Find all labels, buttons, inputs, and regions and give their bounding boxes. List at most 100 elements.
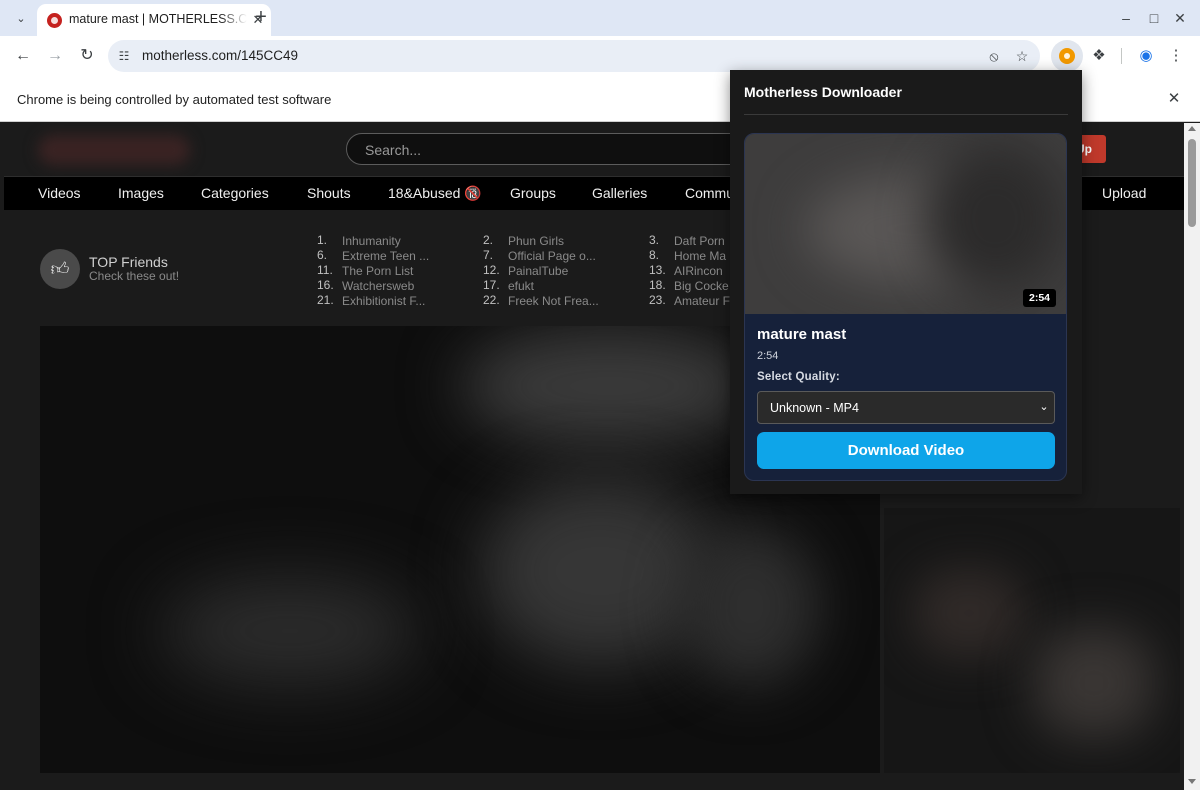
eye-off-icon[interactable]: ⦸ <box>985 47 1003 65</box>
friend-rank: 2. <box>483 233 494 247</box>
friend-rank: 12. <box>483 263 500 277</box>
popup-divider <box>744 114 1068 115</box>
friend-rank: 23. <box>649 293 666 307</box>
quality-select[interactable]: Unknown - MP4 ⌄ <box>757 391 1055 424</box>
close-icon[interactable]: ✕ <box>1164 89 1184 109</box>
blurred-thumbnail <box>1034 628 1154 738</box>
friend-name[interactable]: Exhibitionist F... <box>342 294 434 308</box>
friend-rank: 21. <box>317 293 334 307</box>
friend-name[interactable]: Inhumanity <box>342 234 434 248</box>
infobar-text: Chrome is being controlled by automated … <box>17 92 332 107</box>
blurred-video-frame <box>680 526 820 686</box>
site-search-input[interactable]: Search... <box>346 133 746 165</box>
friend-rank: 3. <box>649 233 660 247</box>
friend-rank: 6. <box>317 248 328 262</box>
search-placeholder: Search... <box>365 142 422 158</box>
nav-images[interactable]: Images <box>118 185 164 201</box>
new-tab-button[interactable]: + <box>250 6 272 28</box>
friend-item[interactable]: 21. Exhibitionist F... <box>317 293 457 308</box>
site-favicon-icon <box>47 13 62 28</box>
friends-column-1: 1. Inhumanity 6. Extreme Teen ... 11. The P… <box>317 233 457 308</box>
friend-rank: 22. <box>483 293 500 307</box>
friend-name[interactable]: Watchersweb <box>342 279 434 293</box>
arrow-right-icon[interactable]: → <box>43 44 67 68</box>
downloader-popup: Motherless Downloader 2:54 mature mast 2… <box>730 70 1082 494</box>
friends-column-2: 2. Phun Girls 7. Official Page o... 12. Pai… <box>483 233 623 308</box>
star-icon[interactable]: ☆ <box>1013 47 1031 65</box>
page-scrollbar[interactable] <box>1184 123 1200 790</box>
friend-rank: 17. <box>483 278 500 292</box>
blurred-video-frame <box>460 326 760 446</box>
friend-rank: 11. <box>317 263 333 277</box>
friend-name[interactable]: The Porn List <box>342 264 434 278</box>
quality-selected-value: Unknown - MP4 <box>770 401 859 415</box>
quality-label: Select Quality: <box>757 371 840 383</box>
reload-icon[interactable]: ↻ <box>75 44 99 68</box>
scroll-down-icon[interactable] <box>1188 779 1196 784</box>
nav-18-abused[interactable]: 18&Abused 🔞 <box>388 185 482 202</box>
toolbar-divider <box>1121 48 1122 64</box>
nav-galleries[interactable]: Galleries <box>592 185 647 201</box>
friend-name[interactable]: Phun Girls <box>508 234 600 248</box>
downloader-extension-button[interactable] <box>1051 40 1083 72</box>
blurred-video-frame <box>160 576 420 686</box>
chevron-down-icon: ⌄ <box>1039 401 1049 413</box>
related-thumbnails[interactable] <box>884 508 1180 773</box>
profile-icon[interactable]: ◉ <box>1134 44 1158 68</box>
friend-rank: 1. <box>317 233 328 247</box>
minimize-icon[interactable]: – <box>1116 8 1136 28</box>
download-video-button[interactable]: Download Video <box>757 432 1055 469</box>
nav-shouts[interactable]: Shouts <box>307 185 351 201</box>
friend-item[interactable]: 6. Extreme Teen ... <box>317 248 457 263</box>
browser-window: ⌄ mature mast | MOTHERLESS.COM ✕ + – □ ✕… <box>0 0 1200 790</box>
friend-item[interactable]: 7. Official Page o... <box>483 248 623 263</box>
friend-name[interactable]: Freek Not Frea... <box>508 294 600 308</box>
friend-item[interactable]: 2. Phun Girls <box>483 233 623 248</box>
friend-name[interactable]: Official Page o... <box>508 249 600 263</box>
friend-item[interactable]: 22. Freek Not Frea... <box>483 293 623 308</box>
tune-icon[interactable]: ☷ <box>116 48 132 64</box>
tab-title: mature mast | MOTHERLESS.COM <box>69 12 247 26</box>
friend-item[interactable]: 17. efukt <box>483 278 623 293</box>
friend-rank: 7. <box>483 248 494 262</box>
video-duration: 2:54 <box>757 350 779 362</box>
maximize-icon[interactable]: □ <box>1144 8 1164 28</box>
top-friends-subtitle: Check these out! <box>89 269 180 283</box>
site-logo[interactable] <box>38 135 190 165</box>
friend-name[interactable]: Extreme Teen ... <box>342 249 434 263</box>
nav-upload[interactable]: Upload <box>1102 185 1146 201</box>
chevron-down-icon[interactable]: ⌄ <box>9 6 33 30</box>
active-tab[interactable]: mature mast | MOTHERLESS.COM ✕ <box>37 4 271 36</box>
friend-item[interactable]: 12. PainalTube <box>483 263 623 278</box>
address-bar[interactable]: ☷ motherless.com/145CC49 ⦸ ☆ <box>108 40 1040 72</box>
friend-item[interactable]: 16. Watchersweb <box>317 278 457 293</box>
video-thumbnail: 2:54 <box>745 134 1066 314</box>
nav-groups[interactable]: Groups <box>510 185 556 201</box>
friend-name[interactable]: efukt <box>508 279 600 293</box>
friend-rank: 18. <box>649 278 666 292</box>
friend-name[interactable]: PainalTube <box>508 264 600 278</box>
video-card: 2:54 mature mast 2:54 Select Quality: Un… <box>744 133 1067 481</box>
thumbs-up-icon: 👍︎ <box>40 249 80 289</box>
friend-rank: 8. <box>649 248 660 262</box>
friend-item[interactable]: 11. The Porn List <box>317 263 457 278</box>
nav-videos[interactable]: Videos <box>38 185 81 201</box>
friend-rank: 13. <box>649 263 666 277</box>
close-window-icon[interactable]: ✕ <box>1170 8 1190 28</box>
duration-badge: 2:54 <box>1023 289 1057 307</box>
blurred-thumbnail <box>914 568 1024 658</box>
scrollbar-thumb[interactable] <box>1188 139 1196 227</box>
friend-item[interactable]: 1. Inhumanity <box>317 233 457 248</box>
scroll-up-icon[interactable] <box>1188 126 1196 131</box>
arrow-left-icon[interactable]: ← <box>11 44 35 68</box>
blurred-thumbnail <box>925 144 1065 294</box>
tab-strip: ⌄ mature mast | MOTHERLESS.COM ✕ + – □ ✕ <box>0 0 1200 36</box>
url-text[interactable]: motherless.com/145CC49 <box>142 48 298 63</box>
downloader-extension-icon <box>1059 48 1075 64</box>
kebab-menu-icon[interactable]: ⋮ <box>1164 44 1188 68</box>
friend-rank: 16. <box>317 278 334 292</box>
popup-title: Motherless Downloader <box>744 84 902 100</box>
nav-categories[interactable]: Categories <box>201 185 269 201</box>
puzzle-icon[interactable]: ❖ <box>1087 44 1111 68</box>
blurred-video-frame <box>480 476 720 666</box>
